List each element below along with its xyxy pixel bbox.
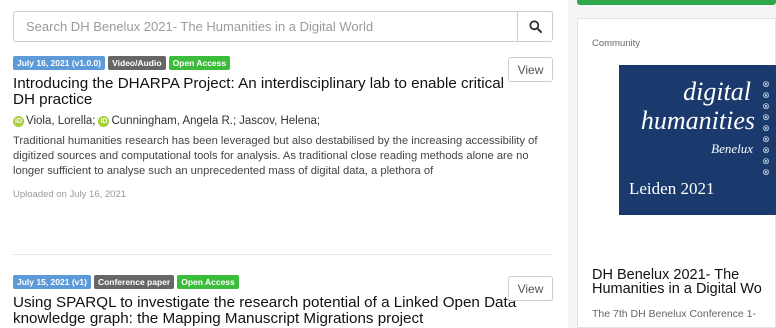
record-authors: iD Viola, Lorella; iD Cunningham, Angela… — [13, 115, 553, 127]
version-date-badge[interactable]: July 16, 2021 (v1.0.0) — [13, 56, 106, 70]
record-title[interactable]: Using SPARQL to investigate the research… — [13, 295, 523, 327]
logo-ornament: ⊗ ⊗ ⊗ ⊗ ⊗ ⊗ ⊗ ⊗ ⊗ — [762, 79, 770, 177]
author-name: Jascov, Helena; — [239, 115, 321, 127]
community-title-line: Humanities in a Digital Wo — [592, 281, 762, 297]
logo-text-leiden: Leiden 2021 — [629, 179, 715, 198]
orcid-icon[interactable]: iD — [98, 115, 110, 127]
search-input[interactable] — [14, 12, 517, 41]
record-title[interactable]: Introducing the DHARPA Project: An inter… — [13, 76, 523, 108]
community-card: Community digital humanities Benelux Lei… — [577, 18, 776, 328]
community-label: Community — [592, 38, 641, 49]
record-item: July 16, 2021 (v1.0.0) Video/Audio Open … — [13, 56, 553, 200]
community-title[interactable]: DH Benelux 2021- The Humanities in a Dig… — [592, 267, 762, 297]
orcid-icon[interactable]: iD — [13, 115, 24, 127]
search-icon — [528, 20, 542, 33]
community-logo[interactable]: digital humanities Benelux Leiden 2021 ⊗… — [619, 65, 776, 215]
upload-button-edge[interactable] — [577, 0, 776, 5]
record-divider — [13, 254, 553, 255]
record-badges: July 16, 2021 (v1.0.0) Video/Audio Open … — [13, 56, 553, 70]
community-sidebar: Community digital humanities Benelux Lei… — [577, 0, 776, 328]
community-title-line: DH Benelux 2021- The — [592, 267, 740, 283]
access-badge[interactable]: Open Access — [177, 275, 239, 289]
record-badges: July 15, 2021 (v1) Conference paper Open… — [13, 275, 553, 289]
record-description: Traditional humanities research has been… — [13, 135, 538, 178]
author-name: Viola, Lorella; — [26, 115, 96, 127]
author-name: Cunningham, Angela R.; — [111, 115, 237, 127]
upload-date: Uploaded on July 16, 2021 — [13, 188, 127, 200]
version-date-badge[interactable]: July 15, 2021 (v1) — [13, 275, 91, 289]
search-button[interactable] — [517, 12, 552, 41]
community-description: The 7th DH Benelux Conference 1- — [592, 308, 757, 320]
logo-text-benelux: Benelux — [711, 141, 753, 156]
view-button[interactable]: View — [508, 276, 553, 301]
search-bar — [13, 11, 553, 42]
logo-text-humanities: humanities — [640, 106, 755, 135]
resource-type-badge[interactable]: Video/Audio — [108, 56, 166, 70]
access-badge[interactable]: Open Access — [168, 56, 231, 70]
record-item: July 15, 2021 (v1) Conference paper Open… — [13, 275, 553, 327]
search-results-panel: July 16, 2021 (v1.0.0) Video/Audio Open … — [0, 0, 568, 328]
logo-text-digital: digital — [683, 77, 751, 106]
view-button[interactable]: View — [508, 57, 553, 82]
resource-type-badge[interactable]: Conference paper — [93, 275, 175, 289]
